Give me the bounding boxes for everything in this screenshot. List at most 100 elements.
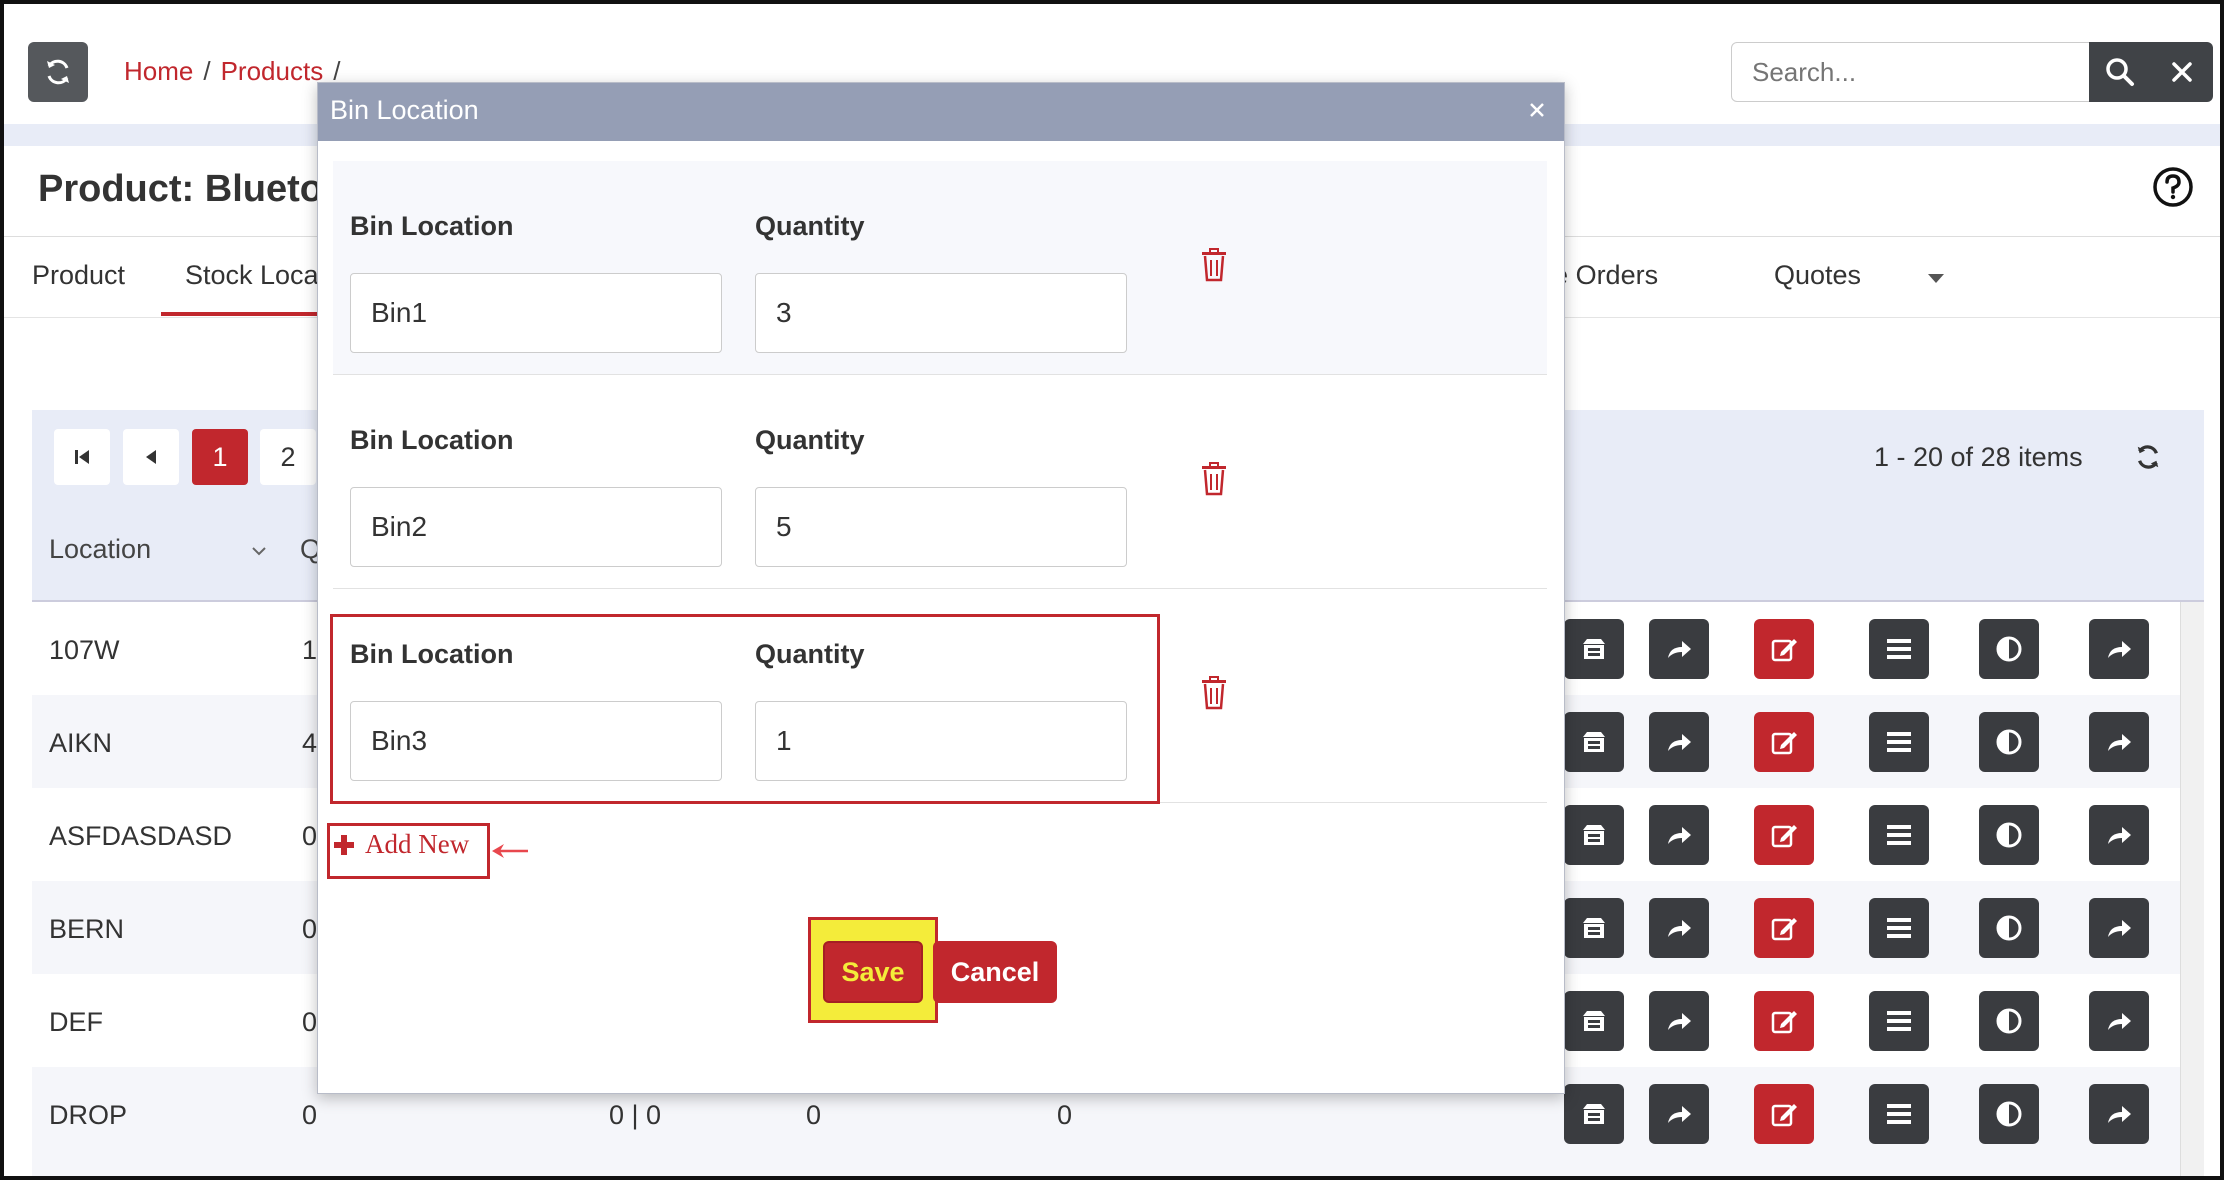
edit-icon bbox=[1769, 820, 1799, 850]
forward-icon bbox=[2104, 820, 2134, 850]
menu-button[interactable] bbox=[1869, 991, 1929, 1051]
contrast-icon bbox=[1994, 634, 2024, 664]
close-icon[interactable] bbox=[1522, 95, 1552, 125]
storage-button[interactable] bbox=[1564, 898, 1624, 958]
share-button[interactable] bbox=[1649, 1084, 1709, 1144]
first-page-icon bbox=[75, 450, 89, 464]
cancel-button[interactable]: Cancel bbox=[933, 941, 1057, 1003]
storage-button[interactable] bbox=[1564, 1084, 1624, 1144]
contrast-button[interactable] bbox=[1979, 1084, 2039, 1144]
contrast-icon bbox=[1994, 820, 2024, 850]
edit-button[interactable] bbox=[1754, 805, 1814, 865]
grid-scrollbar[interactable] bbox=[2180, 602, 2204, 1176]
contrast-button[interactable] bbox=[1979, 619, 2039, 679]
breadcrumb-separator: / bbox=[203, 56, 211, 86]
tab-product[interactable]: Product bbox=[32, 260, 125, 291]
forward-icon bbox=[2104, 1006, 2134, 1036]
contrast-icon bbox=[1994, 727, 2024, 757]
tab-quotes[interactable]: Quotes bbox=[1774, 260, 1861, 291]
bin-location-input[interactable]: Bin2 bbox=[350, 487, 722, 567]
contrast-button[interactable] bbox=[1979, 712, 2039, 772]
cell-quantity: 4 bbox=[302, 728, 318, 758]
storage-icon bbox=[1579, 727, 1609, 757]
edit-icon bbox=[1769, 727, 1799, 757]
pager-first-button[interactable] bbox=[54, 429, 110, 485]
share-button[interactable] bbox=[1649, 805, 1709, 865]
pager-prev-button[interactable] bbox=[123, 429, 179, 485]
menu-button[interactable] bbox=[1869, 619, 1929, 679]
quantity-input[interactable]: 5 bbox=[755, 487, 1127, 567]
cell-allocated: 0 | 0 bbox=[609, 1100, 662, 1130]
menu-button[interactable] bbox=[1869, 712, 1929, 772]
pager-page-2[interactable]: 2 bbox=[260, 429, 316, 485]
help-icon[interactable] bbox=[2152, 166, 2194, 208]
share-icon bbox=[1664, 727, 1694, 757]
menu-icon bbox=[1884, 1006, 1914, 1036]
storage-button[interactable] bbox=[1564, 805, 1624, 865]
menu-button[interactable] bbox=[1869, 1084, 1929, 1144]
forward-button[interactable] bbox=[2089, 805, 2149, 865]
trash-icon[interactable] bbox=[1200, 676, 1228, 710]
quantity-label: Quantity bbox=[755, 425, 865, 455]
refresh-button[interactable] bbox=[28, 42, 88, 102]
bin-location-input[interactable]: Bin1 bbox=[350, 273, 722, 353]
edit-button[interactable] bbox=[1754, 619, 1814, 679]
plus-icon bbox=[334, 834, 354, 855]
share-button[interactable] bbox=[1649, 898, 1709, 958]
refresh-icon[interactable] bbox=[2134, 443, 2162, 471]
clear-search-button[interactable] bbox=[2151, 42, 2213, 102]
edit-button[interactable] bbox=[1754, 712, 1814, 772]
forward-button[interactable] bbox=[2089, 898, 2149, 958]
forward-icon bbox=[2104, 634, 2134, 664]
contrast-icon bbox=[1994, 1006, 2024, 1036]
app-window: Home / Products / Product: Bluetooth Pro… bbox=[0, 0, 2224, 1180]
forward-button[interactable] bbox=[2089, 991, 2149, 1051]
storage-button[interactable] bbox=[1564, 619, 1624, 679]
storage-button[interactable] bbox=[1564, 991, 1624, 1051]
share-icon bbox=[1664, 634, 1694, 664]
menu-icon bbox=[1884, 913, 1914, 943]
contrast-button[interactable] bbox=[1979, 898, 2039, 958]
contrast-button[interactable] bbox=[1979, 805, 2039, 865]
contrast-button[interactable] bbox=[1979, 991, 2039, 1051]
trash-icon[interactable] bbox=[1200, 248, 1228, 282]
breadcrumb-products[interactable]: Products bbox=[221, 56, 324, 87]
forward-button[interactable] bbox=[2089, 712, 2149, 772]
forward-icon bbox=[2104, 727, 2134, 757]
breadcrumb: Home / Products / bbox=[124, 56, 340, 87]
breadcrumb-home[interactable]: Home bbox=[124, 56, 193, 87]
cell-quantity: 0 bbox=[302, 1007, 318, 1037]
search-input[interactable] bbox=[1731, 42, 2091, 102]
cell-quantity: 0 bbox=[302, 821, 318, 851]
chevron-down-icon[interactable] bbox=[250, 542, 268, 560]
pager-page-1[interactable]: 1 bbox=[192, 429, 248, 485]
edit-icon bbox=[1769, 1099, 1799, 1129]
refresh-icon bbox=[47, 59, 69, 85]
quantity-input[interactable]: 3 bbox=[755, 273, 1127, 353]
storage-button[interactable] bbox=[1564, 712, 1624, 772]
menu-button[interactable] bbox=[1869, 805, 1929, 865]
edit-button[interactable] bbox=[1754, 991, 1814, 1051]
storage-icon bbox=[1579, 913, 1609, 943]
share-button[interactable] bbox=[1649, 619, 1709, 679]
column-header-location[interactable]: Location bbox=[49, 534, 151, 565]
contrast-icon bbox=[1994, 1099, 2024, 1129]
add-new-link[interactable]: Add New bbox=[333, 829, 469, 860]
save-button[interactable]: Save bbox=[823, 941, 923, 1003]
contrast-icon bbox=[1994, 913, 2024, 943]
search-button[interactable] bbox=[2089, 42, 2151, 102]
cell-available: 0 bbox=[1057, 1100, 1073, 1130]
cell-location: BERN bbox=[49, 914, 125, 944]
menu-icon bbox=[1884, 727, 1914, 757]
menu-button[interactable] bbox=[1869, 898, 1929, 958]
edit-button[interactable] bbox=[1754, 1084, 1814, 1144]
share-button[interactable] bbox=[1649, 712, 1709, 772]
arrow-left-icon bbox=[492, 844, 528, 858]
trash-icon[interactable] bbox=[1200, 462, 1228, 496]
new-row-highlight bbox=[330, 614, 1160, 804]
share-button[interactable] bbox=[1649, 991, 1709, 1051]
forward-button[interactable] bbox=[2089, 1084, 2149, 1144]
edit-button[interactable] bbox=[1754, 898, 1814, 958]
tabs-more-dropdown-icon[interactable] bbox=[1928, 274, 1944, 283]
forward-button[interactable] bbox=[2089, 619, 2149, 679]
